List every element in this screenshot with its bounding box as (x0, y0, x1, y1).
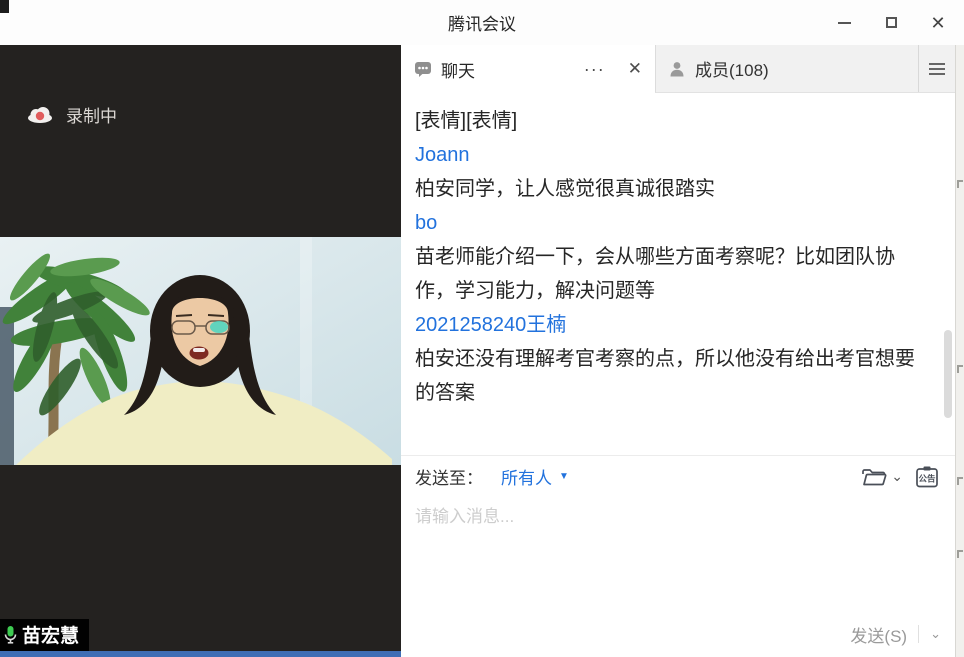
send-to-row: 发送至： 所有人 ▼ ⌄ 公告 (401, 455, 955, 497)
video-panel: 录制中 (0, 45, 401, 657)
send-to-dropdown[interactable]: 所有人 ▼ (501, 464, 569, 489)
tabbar-right: 成员(108) (655, 45, 955, 93)
meeting-window: 腾讯会议 ✕ 录制中 (0, 0, 964, 657)
send-to-value: 所有人 (501, 464, 552, 489)
participant-name-label: 苗宏慧 (0, 619, 89, 651)
tabbar: 聊天 ··· ✕ 成员(108) (401, 45, 955, 93)
chat-scrollbar-thumb[interactable] (944, 330, 952, 418)
announcement-icon-label: 公告 (918, 474, 936, 484)
hamburger-icon (929, 63, 945, 65)
close-button[interactable]: ✕ (928, 13, 948, 33)
dropdown-caret-icon: ▼ (559, 471, 569, 482)
chat-sender: Joann (415, 138, 915, 172)
tab-members-label: 成员(108) (695, 56, 769, 81)
chat-message: [表情][表情] (415, 104, 915, 138)
video-feed (0, 237, 401, 465)
chat-message: 柏安同学，让人感觉很真诚很踏实 (415, 172, 915, 206)
background-text-fragment (957, 477, 963, 485)
members-person-icon (668, 60, 686, 77)
chat-toolbar-icons: ⌄ 公告 (861, 465, 939, 488)
folder-caret-icon[interactable]: ⌄ (891, 468, 903, 485)
titlebar: 腾讯会议 ✕ (0, 0, 964, 45)
background-window-corner (0, 0, 9, 13)
window-title: 腾讯会议 (448, 10, 516, 35)
tab-members[interactable]: 成员(108) (656, 45, 918, 92)
background-text-fragment (957, 180, 963, 188)
message-input[interactable] (415, 507, 941, 527)
recording-label: 录制中 (66, 102, 117, 127)
announcement-icon[interactable]: 公告 (915, 465, 939, 488)
chat-message-list[interactable]: [表情][表情] Joann 柏安同学，让人感觉很真诚很踏实 bo 苗老师能介绍… (401, 93, 955, 455)
chat-message: 苗老师能介绍一下，会从哪些方面考察呢？比如团队协作，学习能力，解决问题等 (415, 240, 915, 308)
participant-name: 苗宏慧 (22, 621, 79, 648)
maximize-icon (886, 17, 897, 28)
send-button[interactable]: 发送(S) (850, 622, 907, 647)
panel-menu-button[interactable] (918, 45, 955, 92)
close-icon: ✕ (930, 14, 945, 32)
window-controls: ✕ (834, 0, 954, 45)
chat-sender: bo (415, 206, 915, 240)
minimize-button[interactable] (834, 13, 854, 33)
folder-icon[interactable] (861, 467, 887, 487)
tab-chat-label: 聊天 (441, 57, 475, 82)
video-bottom-bar (0, 651, 401, 657)
microphone-icon (3, 625, 18, 645)
chat-more-icon[interactable]: ··· (584, 59, 605, 80)
minimize-icon (838, 22, 851, 24)
send-row: 发送(S) ⌄ (401, 611, 955, 657)
background-window-strip (955, 45, 964, 657)
chat-close-icon[interactable]: ✕ (628, 59, 642, 79)
chat-message: 柏安还没有理解考官考察的点，所以他没有给出考官想要的答案 (415, 342, 915, 410)
message-input-area (401, 497, 955, 611)
recording-indicator: 录制中 (27, 102, 117, 127)
send-options-caret-icon[interactable]: ⌄ (930, 626, 941, 642)
background-text-fragment (957, 550, 963, 558)
recording-cloud-icon (27, 106, 53, 123)
background-text-fragment (957, 365, 963, 373)
send-divider (918, 625, 919, 643)
chat-sender: 2021258240王楠 (415, 308, 915, 342)
send-to-label: 发送至： (415, 464, 483, 489)
tab-chat[interactable]: 聊天 ··· ✕ (401, 45, 655, 93)
chat-bubble-icon (414, 61, 432, 78)
maximize-button[interactable] (881, 13, 901, 33)
chat-panel: 聊天 ··· ✕ 成员(108) [表情][表情] (401, 45, 955, 657)
